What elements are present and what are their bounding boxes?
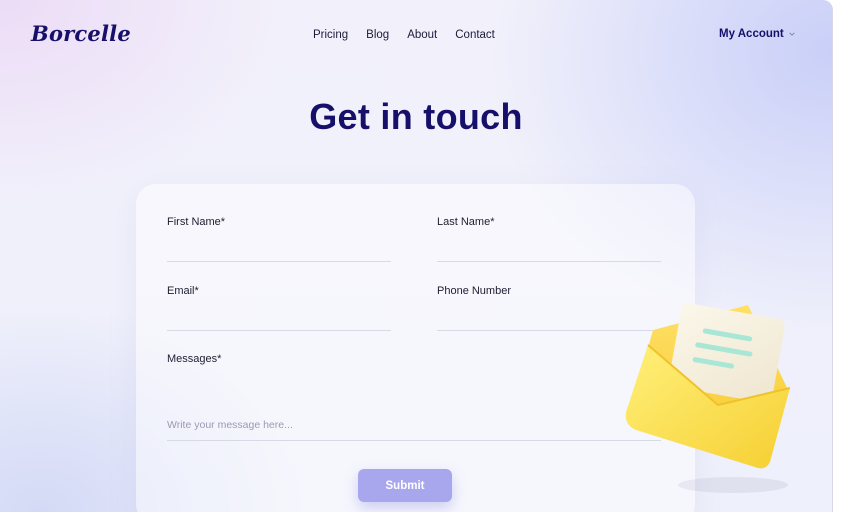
first-name-input[interactable] xyxy=(167,232,391,262)
browser-window: Borcelle Pricing Blog About Contact My A… xyxy=(0,0,833,512)
nav-blog[interactable]: Blog xyxy=(366,29,389,41)
nav-pricing[interactable]: Pricing xyxy=(313,29,348,41)
nav-about[interactable]: About xyxy=(407,29,437,41)
email-input[interactable] xyxy=(167,301,391,331)
last-name-input[interactable] xyxy=(437,232,661,262)
last-name-label: Last Name* xyxy=(437,216,495,228)
last-name-field: Last Name* xyxy=(437,216,494,228)
my-account-menu[interactable]: My Account xyxy=(719,28,795,40)
envelope-letter-icon xyxy=(625,303,791,493)
message-textarea[interactable]: Write your message here... xyxy=(167,372,661,441)
chevron-down-icon xyxy=(789,32,795,36)
email-label: Email* xyxy=(167,285,199,297)
phone-field: Phone Number xyxy=(437,285,511,297)
message-placeholder: Write your message here... xyxy=(167,419,293,431)
first-name-field: First Name* xyxy=(167,216,225,228)
logo[interactable]: Borcelle xyxy=(31,21,131,46)
main-nav: Pricing Blog About Contact xyxy=(313,29,513,41)
messages-label: Messages* xyxy=(167,353,222,365)
first-name-label: First Name* xyxy=(167,216,226,228)
messages-field: Messages* xyxy=(167,353,221,365)
nav-contact[interactable]: Contact xyxy=(455,29,495,41)
page-title: Get in touch xyxy=(309,96,523,137)
phone-label: Phone Number xyxy=(437,285,511,297)
my-account-label: My Account xyxy=(719,28,784,40)
submit-button[interactable]: Submit xyxy=(358,469,452,502)
email-field: Email* xyxy=(167,285,199,297)
